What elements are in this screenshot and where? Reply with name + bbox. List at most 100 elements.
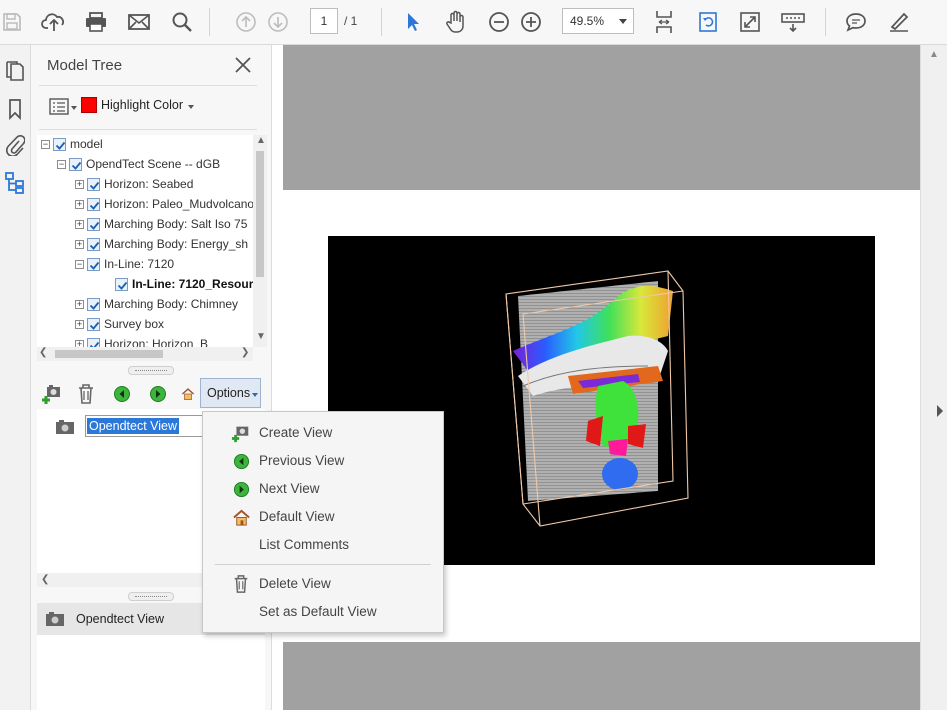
trash-icon[interactable] <box>75 383 97 405</box>
zoom-out-icon[interactable] <box>485 8 513 36</box>
scroll-up-icon[interactable]: ▲ <box>929 49 939 60</box>
expand-icon[interactable]: + <box>75 200 84 209</box>
full-screen-icon[interactable] <box>736 8 764 36</box>
scroll-left-icon[interactable]: ❮ <box>39 347 47 358</box>
search-icon[interactable] <box>168 8 196 36</box>
panel-resize-handle[interactable] <box>128 592 174 601</box>
checkbox[interactable] <box>69 158 82 171</box>
scrollbar-thumb[interactable] <box>256 151 264 277</box>
bookmark-icon[interactable] <box>3 97 27 121</box>
document-scrollbar[interactable]: ▲ <box>920 45 947 710</box>
zoom-value: 49.5% <box>570 14 605 28</box>
menu-item-create-view[interactable]: Create View <box>203 420 443 446</box>
menu-item-label: Next View <box>259 481 320 496</box>
panel-resize-handle[interactable] <box>128 366 174 375</box>
comment-icon[interactable] <box>842 8 870 36</box>
options-button[interactable]: Options <box>200 378 261 408</box>
hand-icon[interactable] <box>442 8 470 36</box>
sign-icon[interactable] <box>885 8 913 36</box>
zoom-select[interactable]: 49.5% <box>562 8 634 34</box>
tree-item[interactable]: + Marching Body: Salt Iso 75 <box>37 215 253 235</box>
checkbox[interactable] <box>87 198 100 211</box>
expand-icon[interactable]: + <box>75 180 84 189</box>
tree-horizontal-scrollbar[interactable]: ❮ ❯ <box>37 347 253 361</box>
model-tree: − model − OpendTect Scene -- dGB + Horizon: S… <box>37 135 267 347</box>
expand-icon[interactable]: + <box>75 240 84 249</box>
expand-right-pane-icon[interactable] <box>937 405 943 417</box>
menu-item-set-as-default-view[interactable]: Set as Default View <box>203 599 443 625</box>
highlight-color-swatch[interactable] <box>81 97 97 113</box>
create-view-icon[interactable] <box>41 383 63 405</box>
checkbox[interactable] <box>87 298 100 311</box>
tree-options-icon[interactable] <box>49 98 79 116</box>
save-icon[interactable] <box>0 8 26 36</box>
chevron-down-icon[interactable] <box>188 105 194 109</box>
scroll-up-icon[interactable]: ▲ <box>256 135 266 146</box>
collapse-icon[interactable]: − <box>75 260 84 269</box>
tree-item[interactable]: + Marching Body: Chimney <box>37 295 253 315</box>
page-up-icon[interactable] <box>232 8 260 36</box>
tree-item[interactable]: + Marching Body: Energy_sh <box>37 235 253 255</box>
menu-item-previous-view[interactable]: Previous View <box>203 448 443 474</box>
options-menu: Create View Previous View Next View Default… <box>202 411 444 633</box>
tree-item[interactable]: − model <box>37 135 253 155</box>
scroll-left-icon[interactable]: ❮ <box>41 574 49 585</box>
menu-item-default-view[interactable]: Default View <box>203 504 443 530</box>
home-icon[interactable] <box>181 383 195 405</box>
next-view-icon[interactable] <box>147 383 169 405</box>
menu-item-list-comments[interactable]: List Comments <box>203 532 443 558</box>
rotate-icon[interactable] <box>694 8 722 36</box>
read-mode-icon[interactable] <box>779 8 807 36</box>
scroll-down-icon[interactable]: ▼ <box>256 331 266 342</box>
tree-item-label: Marching Body: Energy_sh <box>104 237 249 251</box>
options-label: Options <box>207 386 251 400</box>
close-icon[interactable] <box>233 55 253 75</box>
checkbox[interactable] <box>87 318 100 331</box>
attachment-icon[interactable] <box>3 133 27 157</box>
checkbox[interactable] <box>87 218 100 231</box>
model-tree-icon[interactable] <box>3 171 27 195</box>
fit-page-icon[interactable] <box>650 8 678 36</box>
page-number-input[interactable]: 1 <box>310 8 338 34</box>
expand-icon[interactable]: + <box>75 300 84 309</box>
previous-view-icon[interactable] <box>111 383 133 405</box>
tree-item-label: Horizon: Horizon_B <box>104 337 209 347</box>
scroll-right-icon[interactable]: ❯ <box>241 347 249 358</box>
home-icon <box>231 507 251 527</box>
view-name-field[interactable]: Opendtect View <box>85 415 209 437</box>
pages-icon[interactable] <box>3 59 27 83</box>
checkbox[interactable] <box>87 238 100 251</box>
tree-item[interactable]: In-Line: 7120_Resource <box>37 275 267 295</box>
collapse-icon[interactable]: − <box>57 160 66 169</box>
menu-item-next-view[interactable]: Next View <box>203 476 443 502</box>
select-cursor-icon[interactable] <box>399 8 427 36</box>
checkbox[interactable] <box>115 278 128 291</box>
checkbox[interactable] <box>87 178 100 191</box>
print-icon[interactable] <box>82 8 110 36</box>
menu-item-delete-view[interactable]: Delete View <box>203 571 443 597</box>
tree-item[interactable]: + Horizon: Horizon_B <box>37 335 253 347</box>
create-view-icon <box>231 423 251 443</box>
checkbox[interactable] <box>87 338 100 347</box>
checkbox[interactable] <box>53 138 66 151</box>
tree-item[interactable]: + Horizon: Paleo_Mudvolcano <box>37 195 254 215</box>
page-down-icon[interactable] <box>264 8 292 36</box>
tree-item[interactable]: + Survey box <box>37 315 253 335</box>
tree-vertical-scrollbar[interactable]: ▲ ▼ <box>253 135 267 347</box>
tree-item[interactable]: + Horizon: Seabed <box>37 175 253 195</box>
scrollbar-thumb[interactable] <box>55 350 163 358</box>
highlight-color-label[interactable]: Highlight Color <box>101 98 183 112</box>
expand-icon[interactable]: + <box>75 220 84 229</box>
menu-item-label: List Comments <box>259 537 350 552</box>
tree-item[interactable]: − OpendTect Scene -- dGB <box>37 155 253 175</box>
collapse-icon[interactable]: − <box>41 140 50 149</box>
expand-icon[interactable]: + <box>75 340 84 347</box>
upload-icon[interactable] <box>40 8 68 36</box>
tree-item[interactable]: − In-Line: 7120 <box>37 255 253 275</box>
expand-icon[interactable]: + <box>75 320 84 329</box>
zoom-in-icon[interactable] <box>517 8 545 36</box>
previous-view-icon <box>231 451 251 471</box>
view-name-value[interactable]: Opendtect View <box>87 418 180 434</box>
email-icon[interactable] <box>125 8 153 36</box>
checkbox[interactable] <box>87 258 100 271</box>
